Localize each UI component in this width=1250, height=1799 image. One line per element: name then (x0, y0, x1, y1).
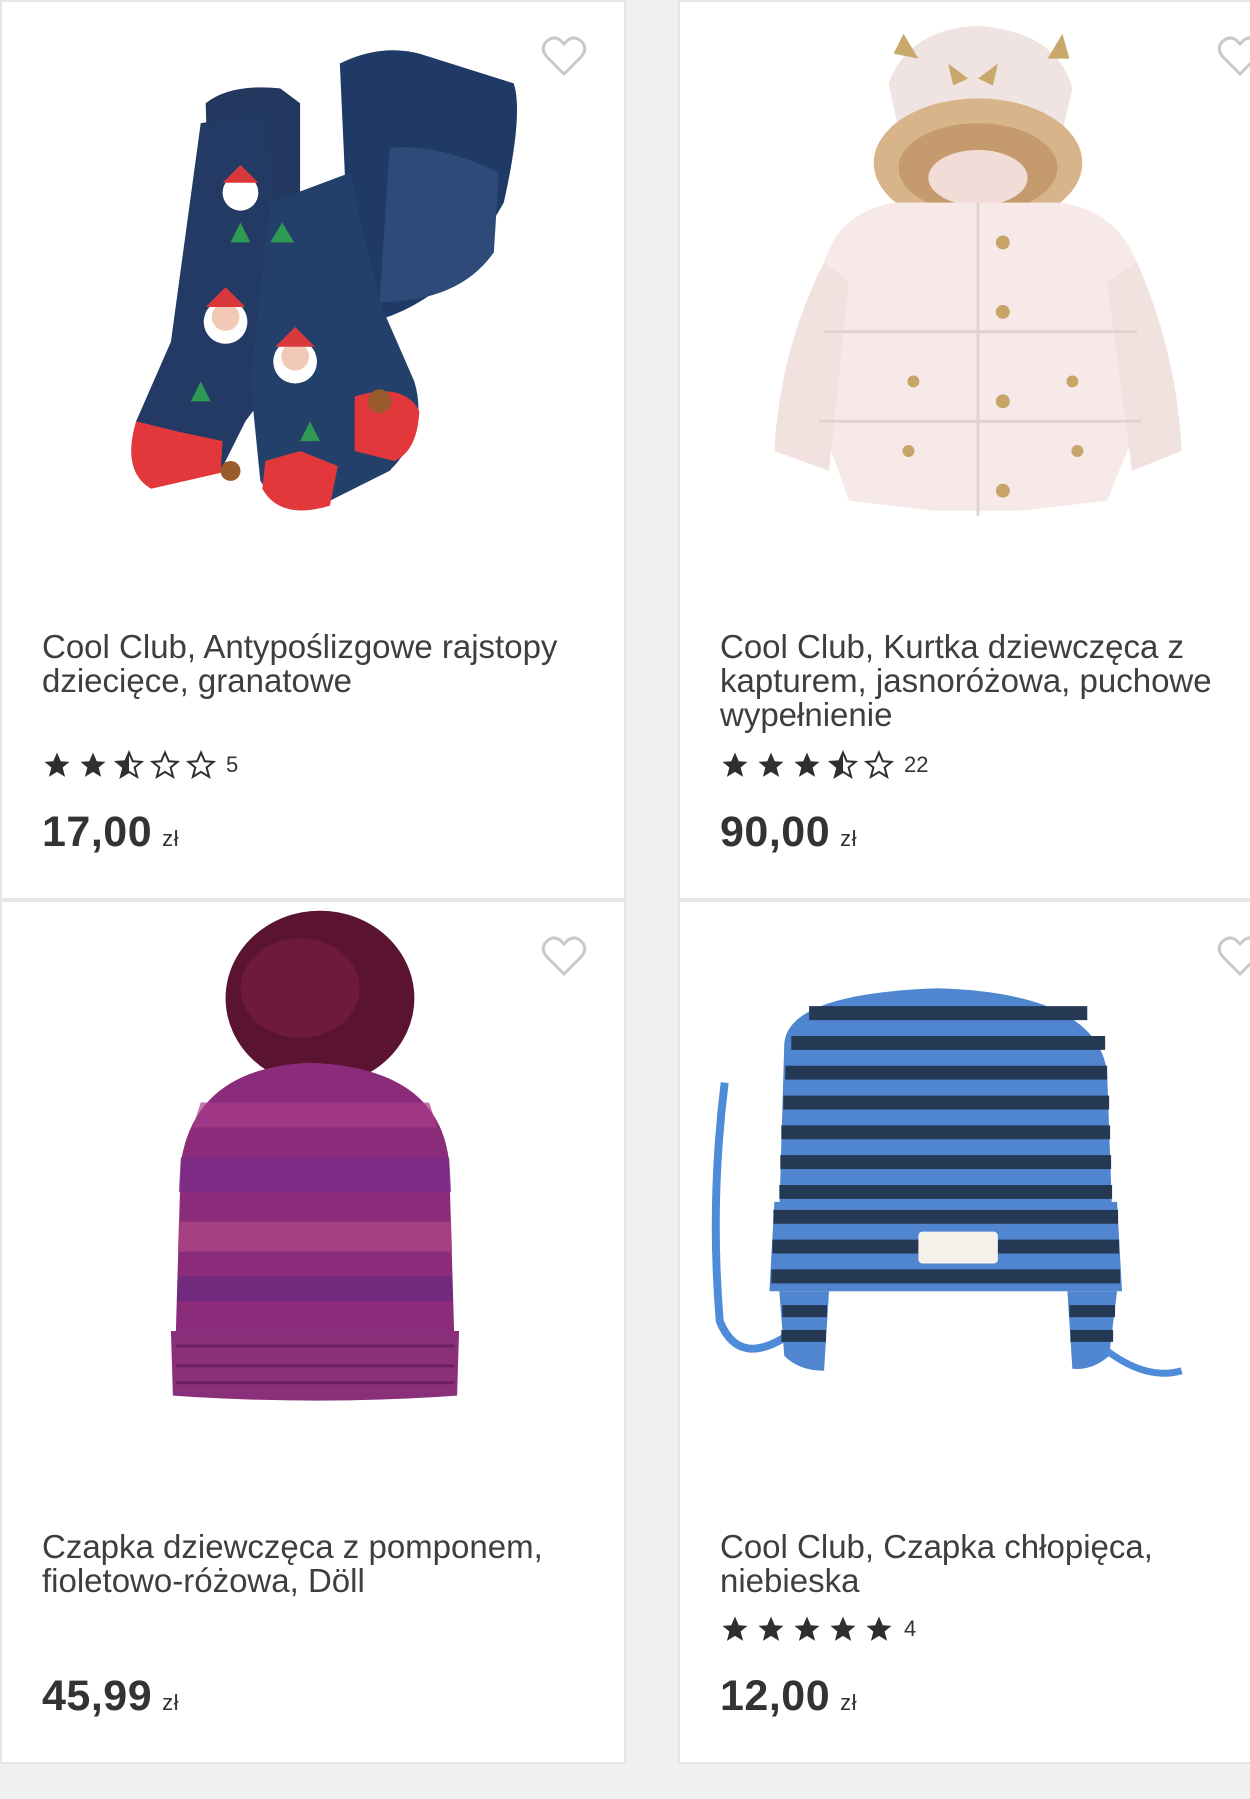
product-title-line: fioletowo-różowa, Döll (42, 1562, 365, 1599)
product-card[interactable]: Cool Club, Antypoślizgowe rajstopy dziec… (0, 0, 626, 900)
star-half-icon (114, 750, 144, 780)
wishlist-heart-icon[interactable] (540, 34, 588, 78)
wishlist-heart-icon[interactable] (1216, 34, 1250, 78)
star-filled-icon (722, 752, 748, 777)
currency: zł (840, 1690, 857, 1715)
product-image-jacket[interactable] (680, 2, 1250, 602)
product-rating: 4 (720, 1614, 916, 1644)
star-filled-icon (866, 1616, 892, 1641)
product-title-line: Cool Club, Antypoślizgowe rajstopy (42, 628, 558, 665)
product-title[interactable]: Czapka dziewczęca z pomponem, fioletowo-… (42, 1530, 602, 1598)
rating-count: 4 (904, 1616, 917, 1641)
star-outline-icon (150, 750, 180, 780)
product-card[interactable]: Cool Club, Czapka chłopięca, niebieska 4… (678, 900, 1250, 1764)
product-title-line: niebieska (720, 1562, 860, 1599)
product-image-tights[interactable] (2, 2, 624, 602)
product-title-line: Czapka dziewczęca z pomponem, (42, 1528, 543, 1565)
rating-count: 5 (226, 752, 239, 777)
star-outline-icon (186, 750, 216, 780)
product-title[interactable]: Cool Club, Antypoślizgowe rajstopy dziec… (42, 630, 602, 698)
star-filled-icon (758, 752, 784, 777)
star-filled-icon (80, 752, 106, 777)
product-price: 45,99 zł (42, 1672, 179, 1721)
star-filled-icon (722, 1616, 748, 1641)
currency: zł (162, 826, 179, 851)
product-price: 12,00 zł (720, 1672, 857, 1721)
product-image-pompom-hat[interactable] (2, 902, 624, 1462)
price-value: 45,99 (42, 1672, 153, 1720)
star-filled-icon (794, 752, 820, 777)
product-title-line: kapturem, jasnoróżowa, puchowe (720, 662, 1212, 699)
product-rating: 5 (42, 750, 238, 780)
product-image-striped-hat[interactable] (680, 902, 1250, 1462)
product-title[interactable]: Cool Club, Kurtka dziewczęca z kapturem,… (720, 630, 1250, 732)
product-price: 90,00 zł (720, 808, 857, 857)
product-title-line: Cool Club, Kurtka dziewczęca z (720, 628, 1185, 665)
rating-count: 22 (904, 752, 929, 777)
star-filled-icon (794, 1616, 820, 1641)
price-value: 12,00 (720, 1672, 831, 1720)
product-title-line: wypełnienie (720, 696, 893, 733)
currency: zł (162, 1690, 179, 1715)
product-rating: 22 (720, 750, 928, 780)
star-half-icon (828, 750, 858, 780)
product-title-line: dziecięce, granatowe (42, 662, 353, 699)
product-title[interactable]: Cool Club, Czapka chłopięca, niebieska (720, 1530, 1250, 1598)
star-filled-icon (44, 752, 70, 777)
wishlist-heart-icon[interactable] (540, 934, 588, 978)
product-card[interactable]: Czapka dziewczęca z pomponem, fioletowo-… (0, 900, 626, 1764)
wishlist-heart-icon[interactable] (1216, 934, 1250, 978)
star-outline-icon (864, 750, 894, 780)
star-filled-icon (758, 1616, 784, 1641)
price-value: 17,00 (42, 808, 153, 856)
star-filled-icon (830, 1616, 856, 1641)
price-value: 90,00 (720, 808, 831, 856)
currency: zł (840, 826, 857, 851)
product-price: 17,00 zł (42, 808, 179, 857)
product-card[interactable]: Cool Club, Kurtka dziewczęca z kapturem,… (678, 0, 1250, 900)
product-title-line: Cool Club, Czapka chłopięca, (720, 1528, 1153, 1565)
